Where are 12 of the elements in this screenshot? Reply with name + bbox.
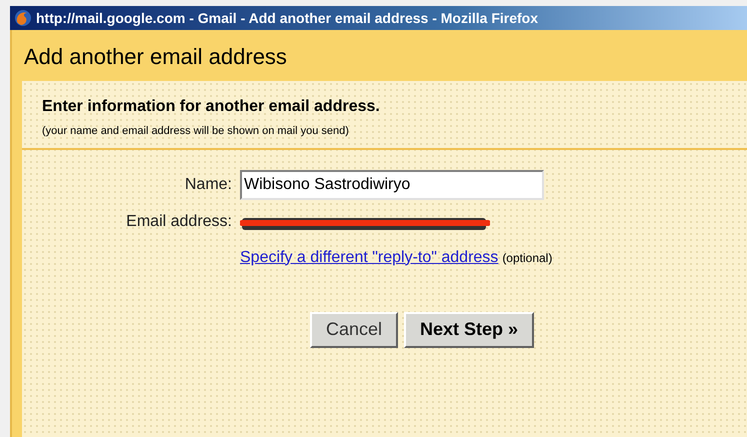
name-label: Name: (184, 174, 232, 194)
cancel-button[interactable]: Cancel (310, 312, 398, 348)
name-field[interactable]: Wibisono Sastrodiwiryo (240, 170, 544, 200)
intro-note: (your name and email address will be shown on mail you send) (42, 124, 350, 139)
optional-note: (optional) (502, 250, 552, 266)
reply-to-link[interactable]: Specify a different "reply-to" address (240, 246, 498, 270)
next-step-button[interactable]: Next Step » (404, 312, 534, 348)
window-title: http://mail.google.com - Gmail - Add another email address - Mozilla Firefox (36, 8, 538, 28)
browser-logo-icon (14, 9, 32, 27)
email-label: Email address: (125, 212, 232, 232)
page-heading: Add another email address (23, 43, 288, 71)
intro-title: Enter information for another email address. (42, 97, 381, 117)
